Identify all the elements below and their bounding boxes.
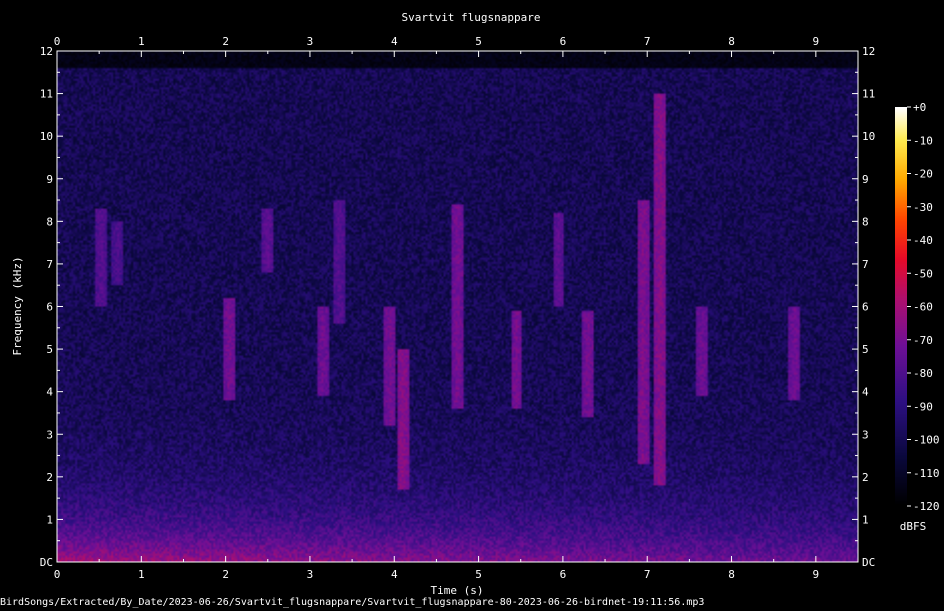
x-tick-label: 9	[813, 568, 820, 581]
x-tick-label-top: 6	[560, 35, 567, 48]
y-tick-label: 4	[46, 386, 53, 399]
x-tick-label: 2	[222, 568, 229, 581]
colorbar: +0 -10 -20 -30 -40 -50 -60 -70 -80 -90 -100 -110 -12…	[895, 101, 940, 533]
y-tick-label-right: 12	[862, 45, 875, 58]
x-tick-label: 5	[475, 568, 482, 581]
colorbar-ticks: +0 -10 -20 -30 -40 -50 -60 -70 -80 -90 -100 -110 -12…	[907, 101, 940, 513]
y-tick-label-right: 5	[862, 343, 869, 356]
y-tick-label-right: DC	[862, 556, 875, 569]
y-tick-label: 2	[46, 471, 53, 484]
y-axis-label: Frequency (kHz)	[11, 256, 24, 355]
colorbar-tick-label: -90	[913, 400, 933, 413]
colorbar-tick-label: -80	[913, 367, 933, 380]
x-tick-label-top: 0	[54, 35, 61, 48]
x-tick-label-top: 3	[307, 35, 314, 48]
x-tick-label-top: 4	[391, 35, 398, 48]
y-tick-label-right: 6	[862, 301, 869, 314]
colorbar-tick-label: -110	[913, 467, 940, 480]
colorbar-label: dBFS	[900, 520, 927, 533]
x-tick-label-top: 9	[813, 35, 820, 48]
file-path: BirdSongs/Extracted/By_Date/2023-06-26/S…	[0, 597, 705, 608]
x-tick-label-top: 1	[138, 35, 145, 48]
colorbar-tick-label: -10	[913, 134, 933, 147]
colorbar-tick-label: -50	[913, 267, 933, 280]
x-tick-label-top: 2	[222, 35, 229, 48]
y-tick-label: 9	[46, 173, 53, 186]
spectrogram-figure: Svartvit flugsnappare 001122334455667788…	[11, 11, 940, 597]
colorbar-gradient	[895, 107, 907, 506]
y-tick-label-right: 10	[862, 130, 875, 143]
x-tick-label-top: 8	[728, 35, 735, 48]
x-tick-label: 8	[728, 568, 735, 581]
spectrogram-plot	[56, 50, 859, 563]
y-tick-label: DC	[40, 556, 53, 569]
x-tick-label: 6	[560, 568, 567, 581]
colorbar-tick-label: +0	[913, 101, 926, 114]
y-tick-label: 1	[46, 513, 53, 526]
x-tick-label-top: 5	[475, 35, 482, 48]
colorbar-tick-label: -20	[913, 168, 933, 181]
colorbar-tick-label: -70	[913, 334, 933, 347]
colorbar-tick-label: -60	[913, 301, 933, 314]
y-tick-label: 11	[40, 88, 53, 101]
x-tick-label: 0	[54, 568, 61, 581]
x-tick-label: 4	[391, 568, 398, 581]
colorbar-tick-label: -30	[913, 201, 933, 214]
x-tick-label: 1	[138, 568, 145, 581]
x-tick-label: 7	[644, 568, 651, 581]
y-tick-label: 8	[46, 215, 53, 228]
y-tick-label: 5	[46, 343, 53, 356]
y-tick-label: 6	[46, 301, 53, 314]
y-tick-label: 12	[40, 45, 53, 58]
y-tick-label: 7	[46, 258, 53, 271]
x-tick-label-top: 7	[644, 35, 651, 48]
y-tick-label: 3	[46, 428, 53, 441]
spectrogram-image	[57, 51, 858, 562]
y-tick-label-right: 7	[862, 258, 869, 271]
x-tick-label: 3	[307, 568, 314, 581]
y-tick-label-right: 9	[862, 173, 869, 186]
y-tick-label-right: 1	[862, 513, 869, 526]
y-tick-label: 10	[40, 130, 53, 143]
y-tick-label-right: 8	[862, 215, 869, 228]
colorbar-tick-label: -100	[913, 434, 940, 447]
y-tick-label-right: 4	[862, 386, 869, 399]
y-tick-label-right: 11	[862, 88, 875, 101]
y-tick-label-right: 2	[862, 471, 869, 484]
colorbar-tick-label: -120	[913, 500, 940, 513]
colorbar-tick-label: -40	[913, 234, 933, 247]
x-axis-label: Time (s)	[431, 584, 484, 597]
y-tick-label-right: 3	[862, 428, 869, 441]
chart-title: Svartvit flugsnappare	[401, 11, 540, 24]
